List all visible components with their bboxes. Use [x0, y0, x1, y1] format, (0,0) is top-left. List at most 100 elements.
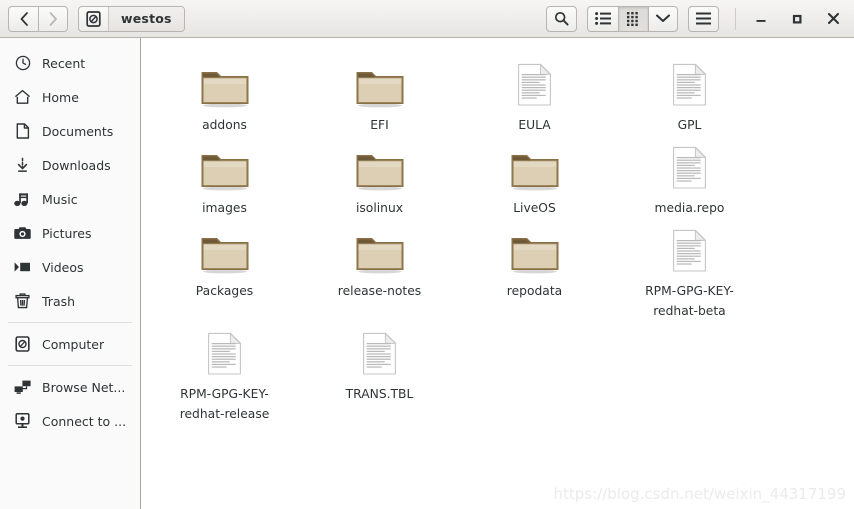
folder-icon	[354, 222, 406, 274]
file-item[interactable]: media.repo	[612, 135, 767, 218]
folder-icon	[509, 222, 561, 274]
sidebar-item-label: Trash	[42, 293, 76, 309]
folder-item[interactable]: images	[147, 135, 302, 218]
sidebar-item-browse-net[interactable]: Browse Net...	[0, 370, 140, 404]
item-label: media.repo	[654, 201, 725, 215]
disc-icon	[79, 6, 109, 31]
folder-icon	[199, 139, 251, 191]
chevron-down-icon	[656, 14, 670, 22]
sidebar-item-trash[interactable]: Trash	[0, 284, 140, 318]
folder-item[interactable]: EFI	[302, 52, 457, 135]
home-icon	[14, 89, 31, 106]
minimize-button[interactable]	[748, 6, 774, 32]
item-label: RPM-GPG-KEY-redhat-release	[179, 387, 270, 421]
sidebar-item-label: Downloads	[42, 157, 111, 173]
file-item[interactable]: EULA	[457, 52, 612, 135]
list-view-button[interactable]	[587, 5, 618, 32]
sidebar-item-label: Videos	[42, 259, 84, 275]
file-item[interactable]: GPL	[612, 52, 767, 135]
item-label: isolinux	[355, 201, 404, 215]
document-icon	[14, 123, 31, 140]
file-manager-window: westos Recent Home Documents Downloads M…	[0, 0, 854, 509]
sidebar-item-label: Documents	[42, 123, 114, 139]
close-icon	[827, 12, 839, 25]
folder-item[interactable]: Packages	[147, 218, 302, 321]
sidebar-item-music[interactable]: Music	[0, 182, 140, 216]
sidebar-separator	[8, 322, 132, 323]
server-icon	[14, 413, 31, 430]
sidebar-item-label: Home	[42, 89, 79, 105]
close-button[interactable]	[820, 6, 846, 32]
item-label: images	[202, 201, 247, 215]
path-label: westos	[109, 6, 184, 31]
sidebar-item-label: Browse Net...	[42, 379, 126, 395]
chevron-right-icon	[49, 11, 57, 26]
item-label: repodata	[506, 284, 563, 298]
camera-icon	[14, 225, 31, 242]
sidebar-item-videos[interactable]: Videos	[0, 250, 140, 284]
item-label: EULA	[518, 118, 551, 132]
header-bar: westos	[0, 0, 854, 38]
disc-icon	[14, 336, 31, 353]
maximize-button[interactable]	[784, 6, 810, 32]
path-button[interactable]: westos	[78, 5, 185, 32]
folder-icon	[354, 139, 406, 191]
sidebar: Recent Home Documents Downloads Music Picture…	[0, 38, 141, 509]
file-icon	[669, 222, 711, 274]
view-mode-group	[587, 5, 678, 32]
item-label: EFI	[370, 118, 389, 132]
folder-item[interactable]: isolinux	[302, 135, 457, 218]
forward-button[interactable]	[38, 5, 68, 32]
sidebar-item-label: Recent	[42, 55, 86, 71]
folder-item[interactable]: release-notes	[302, 218, 457, 321]
trash-icon	[14, 293, 31, 310]
grid-view-button[interactable]	[618, 5, 648, 32]
folder-icon	[509, 139, 561, 191]
sidebar-item-label: Connect to ...	[42, 413, 127, 429]
grid-view-icon	[626, 11, 638, 26]
sidebar-item-home[interactable]: Home	[0, 80, 140, 114]
chevron-left-icon	[20, 11, 28, 26]
view-options-button[interactable]	[648, 5, 678, 32]
watermark-text: https://blog.csdn.net/weixin_44317199	[553, 485, 846, 503]
header-right-group	[546, 5, 846, 32]
sidebar-item-connect-to[interactable]: Connect to ...	[0, 404, 140, 438]
download-icon	[14, 157, 31, 174]
folder-icon	[199, 222, 251, 274]
back-button[interactable]	[8, 5, 38, 32]
folder-item[interactable]: repodata	[457, 218, 612, 321]
sidebar-item-documents[interactable]: Documents	[0, 114, 140, 148]
item-label: Packages	[195, 284, 254, 298]
minimize-icon	[756, 19, 766, 22]
folder-item[interactable]: LiveOS	[457, 135, 612, 218]
sidebar-item-downloads[interactable]: Downloads	[0, 148, 140, 182]
header-left-group: westos	[8, 5, 185, 32]
search-button[interactable]	[546, 5, 577, 32]
folder-item[interactable]: addons	[147, 52, 302, 135]
file-item[interactable]: TRANS.TBL	[302, 321, 457, 424]
file-list-area[interactable]: addons EFI EULA GPL images isolinux LiveOS medi…	[141, 38, 854, 509]
window-body: Recent Home Documents Downloads Music Picture…	[0, 38, 854, 509]
file-icon	[669, 56, 711, 108]
menu-button[interactable]	[688, 5, 719, 32]
item-label: release-notes	[337, 284, 422, 298]
file-icon	[359, 325, 401, 377]
navigation-button-group	[8, 5, 68, 32]
sidebar-separator	[8, 365, 132, 366]
folder-icon	[199, 56, 251, 108]
sidebar-item-computer[interactable]: Computer	[0, 327, 140, 361]
file-item[interactable]: RPM-GPG-KEY-redhat-release	[147, 321, 302, 424]
item-label: RPM-GPG-KEY-redhat-beta	[645, 284, 734, 318]
sidebar-item-recent[interactable]: Recent	[0, 46, 140, 80]
item-label: LiveOS	[513, 201, 556, 215]
item-label: addons	[202, 118, 247, 132]
file-item[interactable]: RPM-GPG-KEY-redhat-beta	[612, 218, 767, 321]
network-icon	[14, 379, 31, 396]
file-icon	[204, 325, 246, 377]
list-view-icon	[595, 12, 611, 25]
sidebar-item-pictures[interactable]: Pictures	[0, 216, 140, 250]
file-icon	[669, 139, 711, 191]
header-separator	[735, 7, 736, 30]
item-label: GPL	[677, 118, 702, 132]
music-icon	[14, 191, 31, 208]
